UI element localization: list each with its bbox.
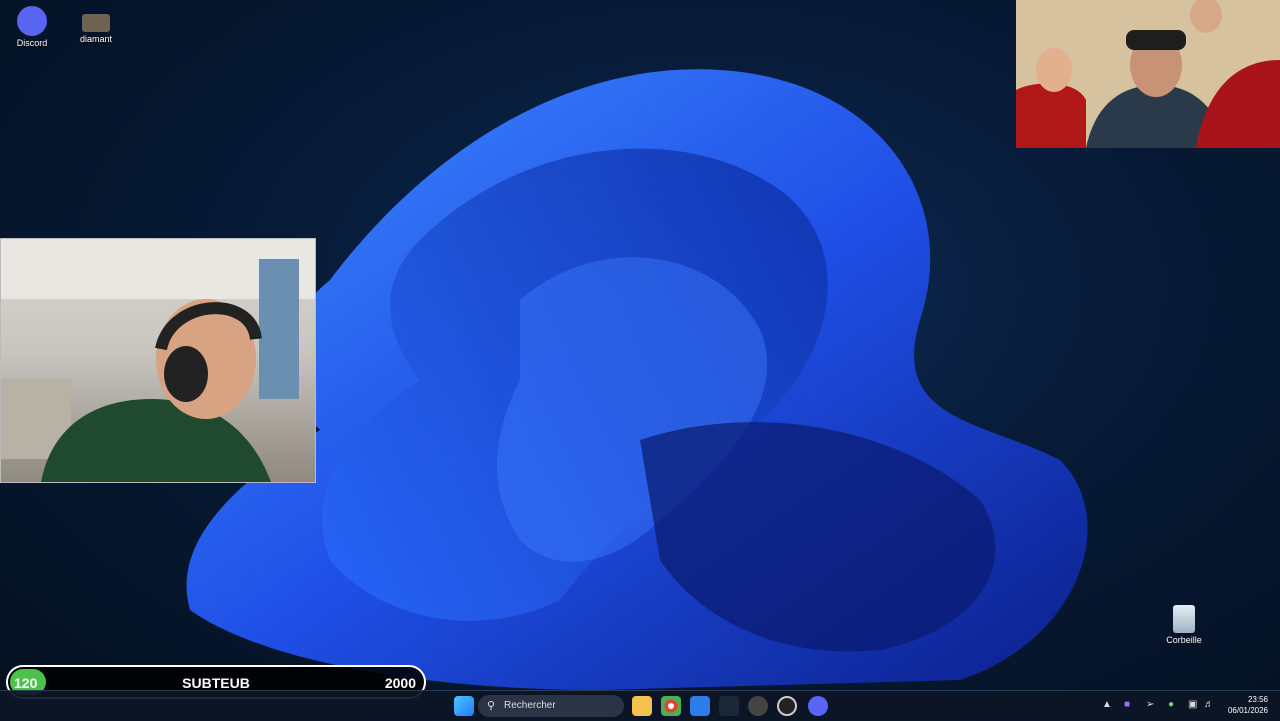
desktop-icon-recycle-bin[interactable]: Corbeille [1154, 605, 1214, 645]
tray-app-icon[interactable]: ■ [1124, 699, 1130, 710]
network-icon[interactable]: ▣ [1188, 699, 1197, 710]
diamond-icon [82, 14, 110, 32]
webcam-people-right [1016, 0, 1280, 148]
webcam-overlay-right [1016, 0, 1280, 148]
tray-pointer-icon[interactable]: ➢ [1146, 699, 1154, 710]
desktop-icon-label: Discord [16, 38, 48, 48]
clock-time: 23:56 [1247, 695, 1268, 704]
discord-icon[interactable] [808, 696, 828, 716]
tray-chevron-icon[interactable]: ▲ [1102, 699, 1112, 710]
taskbar: ⚲ Rechercher ▲ ■ ➢ ● ▣ ♬ 23:56 06/01/202… [0, 690, 1280, 721]
recycle-bin-icon [1173, 605, 1195, 633]
chrome-icon[interactable] [661, 696, 681, 716]
microphone-icon[interactable]: ● [1168, 699, 1174, 710]
obs-icon[interactable] [777, 696, 797, 716]
windows-start-icon[interactable] [454, 696, 474, 716]
app-icon[interactable] [748, 696, 768, 716]
desktop-icon-discord[interactable]: Discord [2, 6, 62, 48]
search-icon: ⚲ [487, 700, 496, 712]
photos-icon[interactable] [690, 696, 710, 716]
webcam-overlay-left [0, 238, 316, 483]
taskbar-clock[interactable]: 23:56 06/01/2026 [1228, 694, 1268, 716]
search-placeholder: Rechercher [504, 700, 556, 711]
desktop-icon-label: Corbeille [1166, 635, 1202, 645]
file-explorer-icon[interactable] [632, 696, 652, 716]
desktop-icon-label: diamant [79, 34, 113, 44]
sub-goal-target: 2000 [384, 675, 416, 691]
discord-icon [17, 6, 47, 36]
taskbar-search[interactable]: ⚲ Rechercher [478, 695, 624, 717]
clock-date: 06/01/2026 [1227, 706, 1268, 715]
steam-icon[interactable] [719, 696, 739, 716]
desktop-icon-diamant[interactable]: diamant [66, 14, 126, 44]
webcam-person-left [1, 239, 315, 482]
sub-goal-label: SUBTEUB [182, 675, 250, 691]
volume-icon[interactable]: ♬ [1204, 699, 1214, 710]
